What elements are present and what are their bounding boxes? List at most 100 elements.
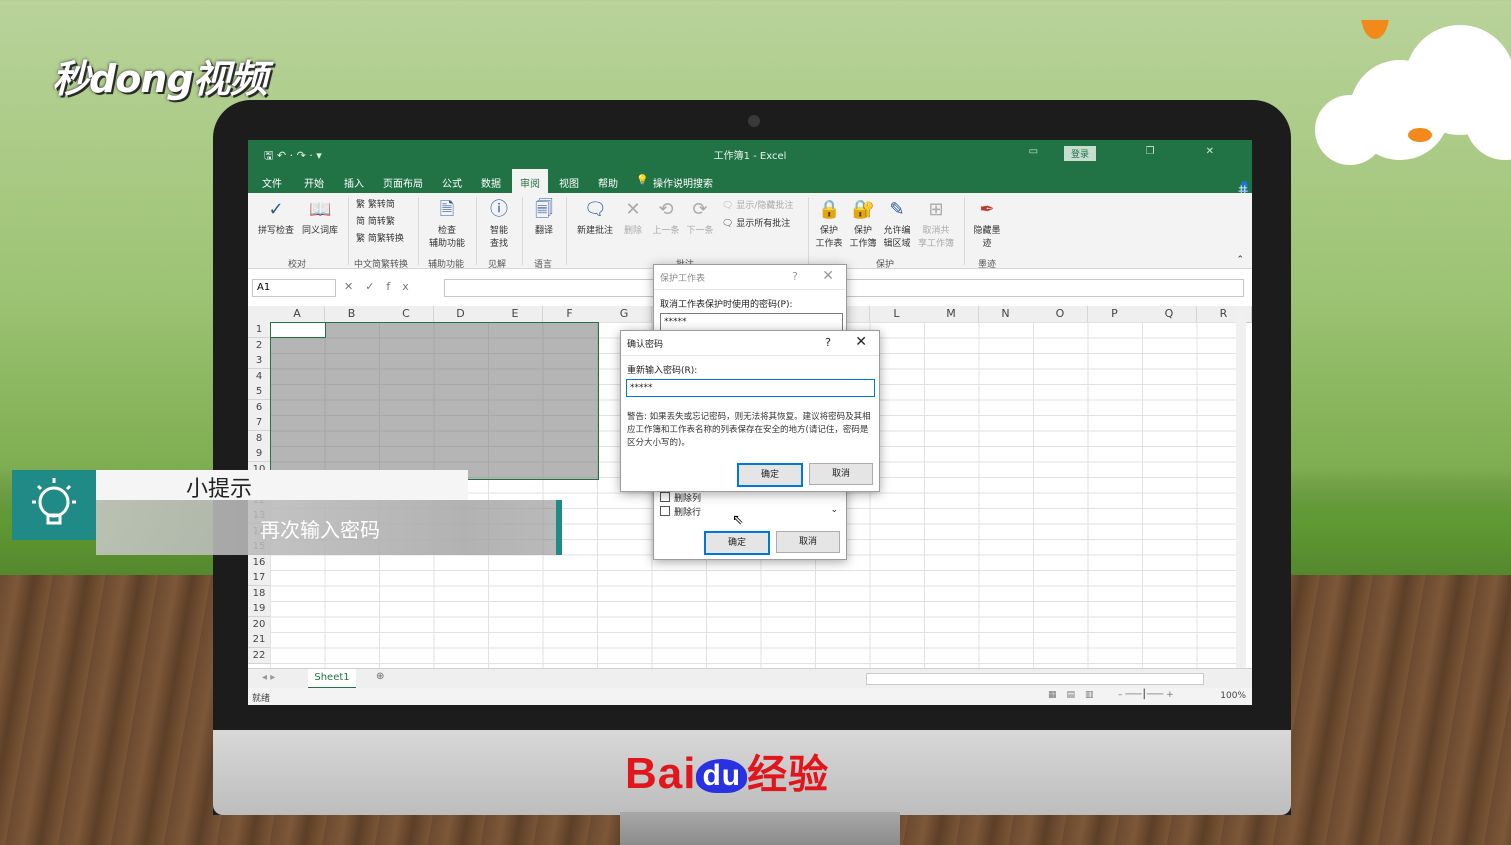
- zoom-slider[interactable]: – ───┃─── +: [1118, 690, 1174, 700]
- row-header[interactable]: 22: [248, 647, 270, 664]
- ok-button[interactable]: 确定: [737, 463, 803, 487]
- column-header[interactable]: E: [488, 306, 543, 323]
- horizontal-scrollbar[interactable]: [866, 673, 1204, 685]
- check-accessibility-button[interactable]: 🗎 检查 辅助功能: [424, 199, 470, 249]
- tab-page-layout[interactable]: 页面布局: [383, 175, 423, 190]
- show-all-comments-button[interactable]: 🗨 显示所有批注: [722, 215, 793, 233]
- to-simplified-button[interactable]: 繁 繁转简: [356, 197, 404, 214]
- vertical-scrollbar[interactable]: [1236, 306, 1246, 668]
- allow-edit-ranges-button[interactable]: ✎ 允许编 辑区域: [880, 199, 914, 249]
- close-icon[interactable]: ✕: [855, 334, 867, 350]
- add-sheet-icon[interactable]: ⊕: [376, 671, 384, 682]
- row-header[interactable]: 17: [248, 570, 270, 586]
- convert-button[interactable]: 繁 简繁转换: [356, 231, 404, 248]
- ink-pen-icon: ✒: [979, 199, 995, 220]
- row-header[interactable]: 16: [248, 554, 270, 571]
- formula-buttons[interactable]: ✕✓fx: [344, 280, 421, 293]
- zoom-level[interactable]: 100%: [1220, 691, 1246, 701]
- to-traditional-button[interactable]: 简 简转繁: [356, 214, 404, 231]
- column-header[interactable]: O: [1033, 306, 1088, 323]
- tab-file[interactable]: 文件: [262, 175, 282, 190]
- delete-comment-button[interactable]: ✕ 删除: [620, 199, 646, 236]
- translate-button[interactable]: 🗐 翻译: [528, 199, 560, 236]
- tab-help[interactable]: 帮助: [598, 175, 618, 190]
- group-protect-label: 保护: [876, 260, 895, 270]
- help-icon[interactable]: ?: [792, 270, 798, 283]
- protect-sheet-button[interactable]: 🔒 保护 工作表: [812, 199, 846, 249]
- help-icon[interactable]: ?: [825, 336, 831, 349]
- row-header[interactable]: 21: [248, 632, 270, 648]
- tab-data[interactable]: 数据: [481, 175, 501, 190]
- tab-review[interactable]: 审阅: [512, 169, 548, 196]
- option-delete-rows[interactable]: 删除行: [660, 505, 701, 518]
- password-label: 取消工作表保护时使用的密码(P):: [660, 300, 793, 310]
- name-box[interactable]: A1: [252, 279, 336, 297]
- column-header[interactable]: B: [324, 306, 380, 323]
- row-header[interactable]: 20: [248, 616, 270, 633]
- close-icon[interactable]: ✕: [822, 268, 834, 284]
- tell-me-search[interactable]: 操作说明搜索: [653, 175, 713, 190]
- collapse-ribbon-icon[interactable]: ⌃: [1236, 255, 1244, 265]
- reenter-password-input[interactable]: *****: [626, 379, 875, 397]
- previous-comment-button[interactable]: ⟲ 上一条: [650, 199, 682, 236]
- select-all-corner[interactable]: [248, 306, 271, 323]
- row-header[interactable]: 2: [248, 337, 270, 354]
- row-header[interactable]: 8: [248, 430, 270, 447]
- row-header[interactable]: 9: [248, 446, 270, 462]
- checkbox[interactable]: [660, 506, 670, 516]
- option-delete-columns[interactable]: 删除列: [660, 491, 701, 504]
- column-header[interactable]: M: [924, 306, 979, 323]
- cancel-button[interactable]: 取消: [776, 531, 840, 553]
- row-header[interactable]: 18: [248, 585, 270, 602]
- checkbox[interactable]: [660, 492, 670, 502]
- spelling-button[interactable]: ✓ 拼写检查: [256, 199, 296, 236]
- confirm-password-dialog: 确认密码 ? ✕ 重新输入密码(R): ***** 警告: 如果丢失或忘记密码，…: [620, 330, 880, 492]
- column-header[interactable]: F: [542, 306, 598, 323]
- lightbulb-icon: [32, 478, 76, 525]
- row-header[interactable]: 5: [248, 384, 270, 400]
- column-header[interactable]: G: [597, 306, 652, 323]
- row-header[interactable]: 3: [248, 353, 270, 369]
- sheet-nav-arrows[interactable]: ◂ ▸: [262, 672, 275, 683]
- show-hide-comment-button[interactable]: 🗨 显示/隐藏批注: [722, 197, 793, 215]
- list-scroll-down-icon[interactable]: ⌄: [830, 505, 838, 515]
- comment-visibility-buttons: 🗨 显示/隐藏批注 🗨 显示所有批注: [722, 197, 793, 233]
- column-header[interactable]: C: [379, 306, 434, 323]
- dialog-title: 保护工作表: [660, 274, 706, 284]
- protect-workbook-button[interactable]: 🔐 保护 工作簿: [846, 199, 880, 249]
- protect-password-input[interactable]: *****: [660, 313, 843, 331]
- row-header[interactable]: 19: [248, 601, 270, 617]
- tab-home[interactable]: 开始: [304, 175, 324, 190]
- tab-insert[interactable]: 插入: [344, 175, 364, 190]
- tip-text-bar: 再次输入密码: [96, 500, 562, 555]
- tab-formulas[interactable]: 公式: [442, 175, 462, 190]
- window-controls[interactable]: ▭ – ❐ ✕: [1029, 146, 1238, 157]
- row-header[interactable]: 1: [248, 322, 270, 338]
- protect-workbook-icon: 🔐: [852, 199, 875, 220]
- cloud-decoration: [1315, 20, 1511, 165]
- ribbon-tabs: 文件 开始 插入 页面布局 公式 数据 审阅 视图 帮助 💡 操作说明搜索 👤 共…: [248, 168, 1252, 212]
- row-header[interactable]: 7: [248, 415, 270, 431]
- smart-lookup-button[interactable]: ⓘ 智能 查找: [482, 199, 516, 249]
- protect-sheet-icon: 🔒: [818, 199, 841, 220]
- row-header[interactable]: 4: [248, 368, 270, 385]
- column-header[interactable]: N: [978, 306, 1034, 323]
- hide-ink-button[interactable]: ✒ 隐藏墨 迹: [970, 199, 1004, 249]
- tab-view[interactable]: 视图: [559, 175, 579, 190]
- column-header[interactable]: Q: [1142, 306, 1197, 323]
- new-comment-button[interactable]: 🗨 新建批注: [574, 199, 616, 236]
- column-header[interactable]: D: [433, 306, 489, 323]
- view-buttons[interactable]: ▦▤▥: [1048, 690, 1104, 700]
- cancel-button[interactable]: 取消: [809, 463, 873, 485]
- thesaurus-button[interactable]: 📖 同义词库: [300, 199, 340, 236]
- column-header[interactable]: P: [1087, 306, 1143, 323]
- next-icon: ⟳: [692, 199, 708, 220]
- sheet-tab-sheet1[interactable]: Sheet1: [308, 669, 356, 689]
- active-cell[interactable]: [270, 322, 326, 338]
- ok-button[interactable]: 确定: [704, 531, 770, 555]
- unshare-workbook-button[interactable]: ⊞ 取消共 享工作簿: [916, 199, 956, 249]
- column-header[interactable]: L: [869, 306, 925, 323]
- next-comment-button[interactable]: ⟳ 下一条: [684, 199, 716, 236]
- row-header[interactable]: 6: [248, 399, 270, 416]
- column-header[interactable]: A: [270, 306, 325, 323]
